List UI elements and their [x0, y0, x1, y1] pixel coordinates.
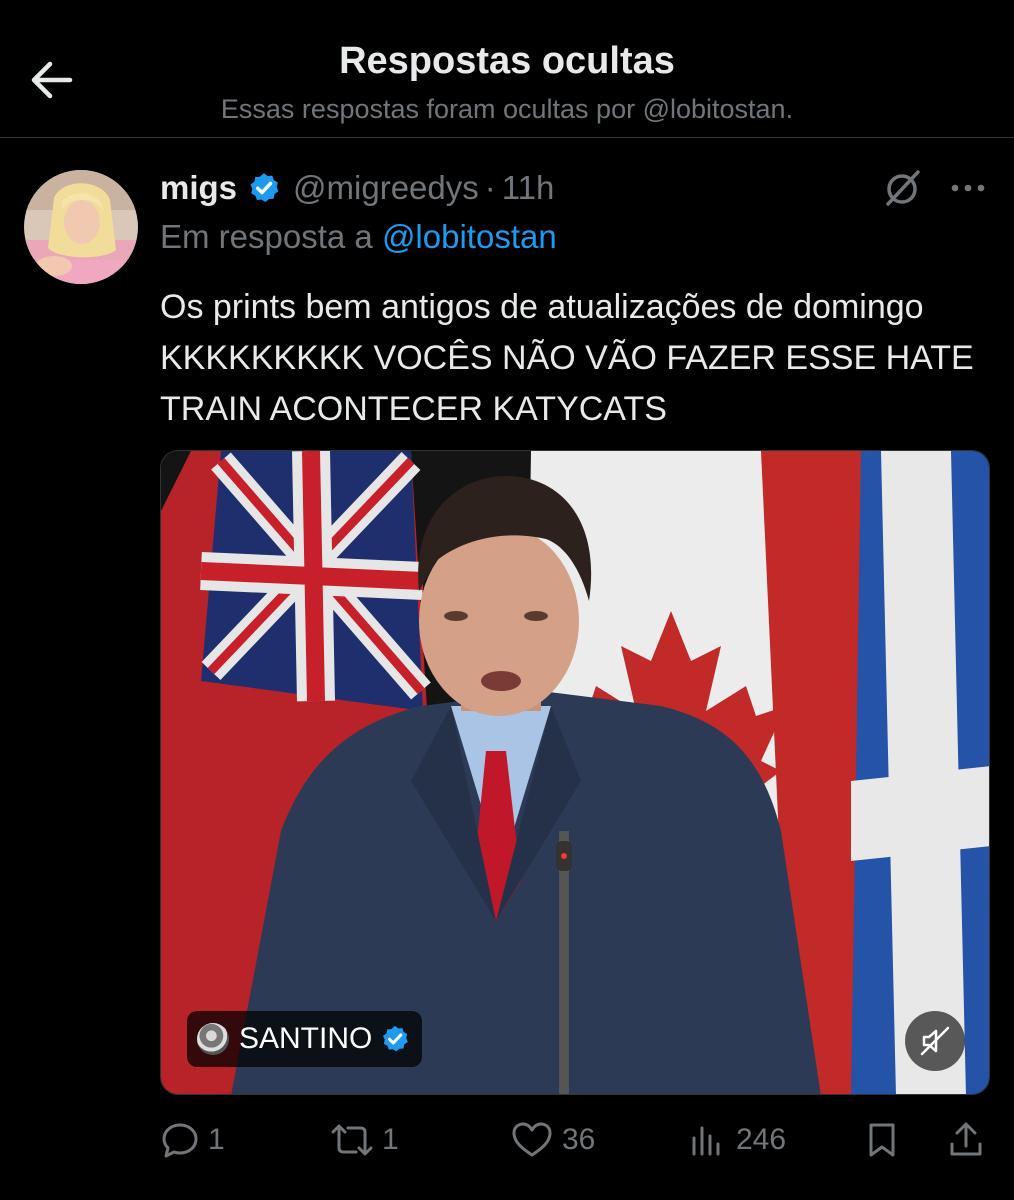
page-subtitle: Essas respostas foram ocultas por @lobit… — [220, 94, 794, 124]
more-icon[interactable] — [946, 170, 990, 206]
views-icon — [692, 1126, 720, 1156]
reply-context: Em resposta a @lobitostan — [160, 218, 557, 256]
avatar[interactable] — [24, 170, 138, 284]
bookmark-icon — [869, 1123, 895, 1157]
share-button[interactable] — [946, 1112, 986, 1168]
grok-icon[interactable] — [880, 168, 924, 208]
retweet-count: 1 — [382, 1123, 399, 1156]
reply-prefix: Em resposta a — [160, 218, 382, 255]
author-handle[interactable]: @migreedys — [293, 169, 479, 207]
author-name[interactable]: migs — [160, 169, 237, 207]
action-bar: 1 1 36 246 — [160, 1112, 1000, 1168]
share-icon — [950, 1122, 982, 1156]
tweet-text: Os prints bem antigos de atualizações de… — [160, 288, 974, 428]
mute-button[interactable] — [905, 1011, 965, 1071]
like-count: 36 — [562, 1123, 596, 1156]
header: Respostas ocultas Essas respostas foram … — [0, 0, 1014, 138]
bookmark-button[interactable] — [862, 1112, 902, 1168]
video-frame — [161, 451, 989, 1094]
tweet-author-row: migs @migreedys · 11h — [160, 166, 554, 210]
reply-button[interactable]: 1 — [160, 1112, 225, 1168]
credit-name: SANTINO — [239, 1022, 373, 1055]
verified-badge-icon — [383, 1025, 409, 1052]
page-title: Respostas ocultas — [339, 40, 675, 82]
retweet-button[interactable]: 1 — [330, 1112, 399, 1168]
retweet-icon — [331, 1124, 373, 1156]
tweet-time[interactable]: 11h — [502, 169, 555, 207]
video-player[interactable]: SANTINO — [160, 450, 990, 1095]
credit-avatar — [197, 1023, 229, 1055]
like-icon — [512, 1122, 552, 1157]
video-credit[interactable]: SANTINO — [187, 1011, 423, 1067]
verified-badge-icon — [250, 173, 279, 203]
views-button[interactable]: 246 — [688, 1112, 786, 1168]
like-button[interactable]: 36 — [510, 1112, 595, 1168]
mute-icon — [920, 1026, 950, 1056]
reply-icon — [162, 1123, 198, 1158]
reply-count: 1 — [208, 1123, 225, 1156]
views-count: 246 — [736, 1123, 787, 1156]
reply-handle-link[interactable]: @lobitostan — [382, 218, 557, 255]
separator-dot: · — [484, 169, 496, 206]
